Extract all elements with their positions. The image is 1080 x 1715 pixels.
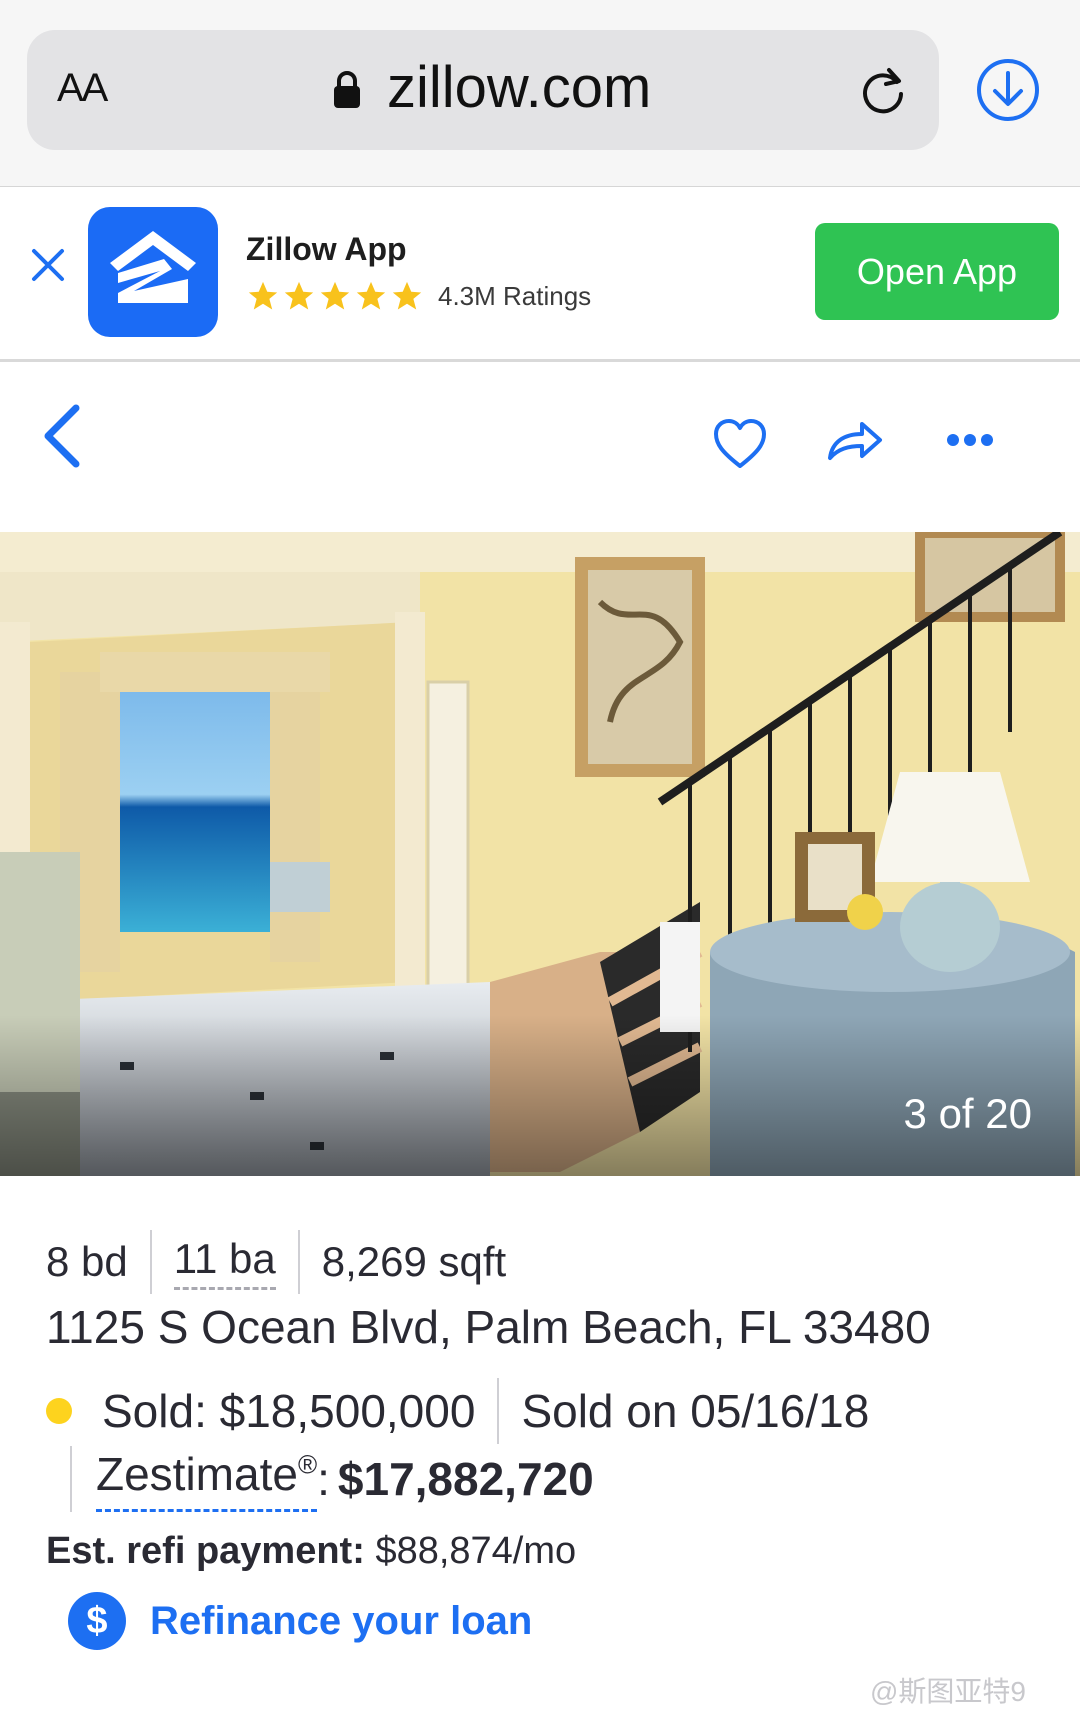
property-address: 1125 S Ocean Blvd, Palm Beach, FL 33480 — [46, 1301, 931, 1353]
browser-toolbar: AA zillow.com — [0, 0, 1080, 187]
zestimate-colon: : — [317, 1453, 330, 1505]
star-icon — [284, 281, 314, 310]
back-chevron-icon[interactable] — [40, 402, 84, 470]
url-text[interactable]: zillow.com — [387, 54, 651, 121]
text-size-button[interactable]: AA — [57, 66, 108, 111]
open-app-button[interactable]: Open App — [815, 223, 1059, 320]
sold-date: Sold on 05/16/18 — [521, 1385, 870, 1437]
zestimate-label-text: Zestimate — [96, 1447, 298, 1500]
listing-nav-bar — [0, 362, 1080, 532]
zestimate-row: Zestimate® : $17,882,720 — [70, 1446, 594, 1512]
star-icon — [320, 281, 350, 310]
sqft-value: 8,269 sqft — [321, 1238, 507, 1285]
sold-status-row: Sold: $18,500,000 Sold on 05/16/18 — [46, 1378, 869, 1444]
download-icon[interactable] — [975, 57, 1041, 123]
beds-count: 8 bd — [46, 1238, 128, 1285]
photo-interior-foyer — [0, 532, 1080, 1176]
sold-status-dot — [46, 1398, 72, 1424]
refi-payment: Est. refi payment: $88,874/mo — [46, 1530, 576, 1573]
refi-value: $88,874/mo — [375, 1530, 577, 1572]
listing-photo[interactable]: 3 of 20 — [0, 532, 1080, 1176]
zillow-app-icon[interactable] — [88, 207, 218, 337]
ratings-count: 4.3M Ratings — [438, 281, 592, 311]
heart-icon[interactable] — [712, 418, 768, 470]
divider — [70, 1446, 72, 1512]
home-facts: 8 bd 11 ba 8,269 sqft — [46, 1230, 506, 1294]
star-icon — [356, 281, 386, 310]
app-banner: Zillow App 4.3M Ratings Open App — [0, 187, 1080, 362]
divider — [497, 1378, 500, 1444]
photo-counter: 3 of 20 — [903, 1090, 1032, 1137]
reload-icon[interactable] — [857, 64, 909, 116]
star-icon — [248, 281, 278, 310]
star-rating — [246, 279, 424, 313]
refi-label: Est. refi payment: — [46, 1530, 365, 1572]
zillow-logo-icon — [110, 231, 196, 303]
app-name: Zillow App — [246, 231, 407, 267]
star-icon — [392, 281, 422, 310]
watermark: @斯图亚特9 — [870, 1676, 1026, 1707]
zestimate-label[interactable]: Zestimate® — [96, 1447, 318, 1512]
lock-icon — [334, 71, 360, 108]
registered-mark: ® — [297, 1449, 318, 1480]
zestimate-value: $17,882,720 — [337, 1453, 594, 1505]
dollar-icon: $ — [68, 1592, 126, 1650]
refinance-link-text[interactable]: Refinance your loan — [150, 1599, 532, 1644]
close-icon[interactable] — [30, 247, 66, 283]
more-icon[interactable] — [945, 432, 995, 448]
baths-count[interactable]: 11 ba — [173, 1235, 276, 1290]
address-bar[interactable]: AA zillow.com — [27, 30, 939, 150]
share-icon[interactable] — [824, 416, 884, 464]
refinance-link[interactable]: $ Refinance your loan — [68, 1592, 532, 1650]
sold-price: Sold: $18,500,000 — [102, 1385, 476, 1437]
divider — [297, 1230, 300, 1294]
divider — [149, 1230, 152, 1294]
